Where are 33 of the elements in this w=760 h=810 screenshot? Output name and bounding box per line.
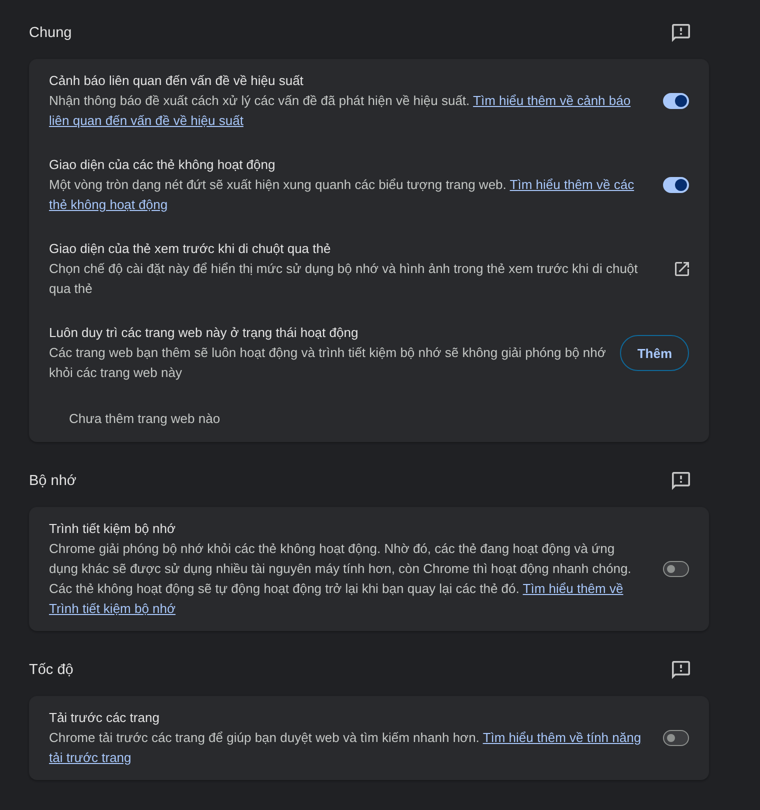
setting-description: Chrome giải phóng bộ nhớ khỏi các thẻ không hoạt động. Nhờ đó, các thẻ đang hoạt động và ứng dụng khác sẽ được sử dụng nhiều tài nguyên máy tính hơn, còn Chrome thì hoạt động nhanh chóng. Các thẻ không hoạt động sẽ tự động hoạt động trở lại khi bạn quay lại các thẻ đó. Tìm hiểu thêm về Trình tiết kiệm bộ nhớ bbox=[49, 540, 632, 618]
empty-list-note: Chưa thêm trang web nào bbox=[69, 410, 220, 428]
setting-description: Nhận thông báo đề xuất cách xử lý các vấn đề đã phát hiện về hiệu suất. Tìm hiểu thêm về cảnh báo liên quan đến vấn đề về hiệu suất bbox=[49, 92, 632, 130]
learn-more-link[interactable]: liên quan đến vấn đề về hiệu suất bbox=[49, 113, 244, 128]
section-heading: Chung bbox=[29, 24, 72, 43]
setting-title: Trình tiết kiệm bộ nhớ bbox=[49, 520, 176, 538]
setting-title: Cảnh báo liên quan đến vấn đề về hiệu suất bbox=[49, 72, 304, 90]
learn-more-link[interactable]: Tìm hiểu thêm về bbox=[522, 581, 624, 596]
section-heading: Bộ nhớ bbox=[29, 472, 76, 491]
learn-more-link[interactable]: Tìm hiểu thêm về tính năng bbox=[482, 730, 642, 745]
setting-title: Tải trước các trang bbox=[49, 709, 160, 727]
learn-more-link[interactable]: thẻ không hoạt động bbox=[49, 197, 168, 212]
learn-more-link[interactable]: Tìm hiểu thêm về các bbox=[510, 177, 634, 192]
feedback-icon[interactable] bbox=[672, 661, 690, 679]
learn-more-link[interactable]: tải trước trang bbox=[49, 750, 132, 765]
section-heading: Tốc độ bbox=[29, 661, 74, 680]
feedback-icon[interactable] bbox=[672, 472, 690, 490]
learn-more-link[interactable]: Trình tiết kiệm bộ nhớ bbox=[49, 601, 176, 616]
toggle-switch[interactable] bbox=[663, 93, 689, 109]
setting-description: Các trang web bạn thêm sẽ luôn hoạt động và trình tiết kiệm bộ nhớ sẽ không giải phóng bộ nhớ khỏi các trang web này bbox=[49, 344, 607, 382]
setting-description: Chrome tải trước các trang để giúp bạn duyệt web và tìm kiếm nhanh hơn. Tìm hiểu thêm về tính năng tải trước trang bbox=[49, 729, 642, 767]
toggle-switch[interactable] bbox=[663, 561, 689, 577]
feedback-icon[interactable] bbox=[672, 24, 690, 42]
add-button[interactable]: Thêm bbox=[620, 335, 689, 371]
toggle-switch[interactable] bbox=[663, 177, 689, 193]
learn-more-link[interactable]: Tìm hiểu thêm về cảnh báo bbox=[473, 93, 631, 108]
setting-title: Giao diện của các thẻ không hoạt động bbox=[49, 156, 276, 174]
setting-title: Luôn duy trì các trang web này ở trạng thái hoạt động bbox=[49, 324, 358, 342]
setting-description: Một vòng tròn dạng nét đứt sẽ xuất hiện xung quanh các biểu tượng trang web. Tìm hiểu thêm về các thẻ không hoạt động bbox=[49, 176, 636, 214]
external-link-icon[interactable] bbox=[675, 262, 689, 276]
toggle-switch[interactable] bbox=[663, 730, 689, 746]
setting-title: Giao diện của thẻ xem trước khi di chuột qua thẻ bbox=[49, 240, 331, 258]
setting-description: Chọn chế độ cài đặt này để hiển thị mức sử dụng bộ nhớ và hình ảnh trong thẻ xem trước khi di chuột qua thẻ bbox=[49, 260, 639, 298]
